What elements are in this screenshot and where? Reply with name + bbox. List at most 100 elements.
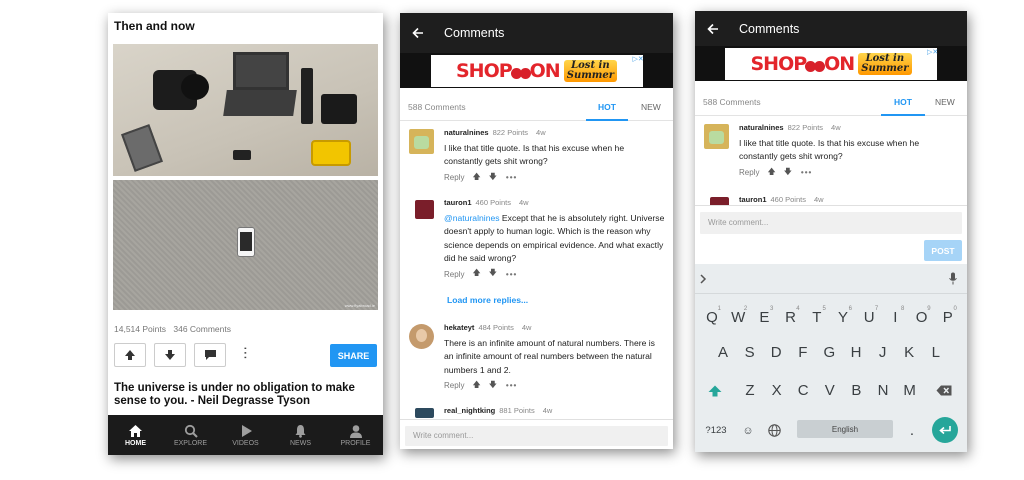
- shift-icon: [708, 385, 722, 397]
- comment-username[interactable]: naturalnines: [739, 123, 784, 132]
- comment-username[interactable]: naturalnines: [444, 128, 489, 137]
- avatar[interactable]: [704, 124, 729, 149]
- ad-choices-icon[interactable]: ▷✕: [633, 55, 644, 64]
- ad-banner[interactable]: SHOP ON Lost in Summer ▷✕: [400, 53, 673, 88]
- enter-key[interactable]: [932, 417, 958, 443]
- chevron-right-icon[interactable]: [699, 274, 707, 284]
- key-t[interactable]: T5: [806, 302, 828, 334]
- space-key[interactable]: English: [797, 420, 893, 438]
- load-more-replies[interactable]: Load more replies...: [447, 295, 528, 305]
- tab-new[interactable]: NEW: [641, 102, 661, 112]
- comment-input[interactable]: Write comment...: [405, 426, 668, 446]
- comment-username[interactable]: real_nightking: [444, 406, 495, 415]
- comment-icon: [204, 350, 216, 360]
- backspace-key[interactable]: [933, 375, 955, 408]
- avatar[interactable]: [415, 408, 434, 418]
- tab-new[interactable]: NEW: [935, 97, 955, 107]
- language-key[interactable]: [763, 415, 785, 449]
- key-s[interactable]: S: [739, 337, 761, 369]
- key-a[interactable]: A: [712, 337, 734, 369]
- key-m[interactable]: M: [899, 375, 921, 407]
- comment-button[interactable]: [194, 343, 226, 367]
- period-key[interactable]: .: [901, 415, 923, 447]
- reply-button[interactable]: Reply: [444, 381, 464, 390]
- key-n[interactable]: N: [872, 375, 894, 407]
- tab-hot[interactable]: HOT: [894, 97, 912, 107]
- shift-key[interactable]: [704, 375, 726, 409]
- arrow-down-icon[interactable]: 🡇: [784, 166, 792, 180]
- arrow-down-icon[interactable]: 🡇: [489, 267, 497, 281]
- key-h[interactable]: H: [845, 337, 867, 369]
- back-button[interactable]: [400, 27, 436, 39]
- post-comment-count[interactable]: 346 Comments: [173, 324, 231, 334]
- avatar[interactable]: [415, 200, 434, 219]
- emoji-key[interactable]: ☺: [737, 415, 759, 447]
- key-w[interactable]: W2: [727, 302, 749, 334]
- avatar[interactable]: [409, 324, 434, 349]
- arrow-up-icon[interactable]: 🡅: [472, 171, 480, 185]
- key-p[interactable]: P0: [937, 302, 959, 334]
- more-options-icon[interactable]: •••: [506, 381, 517, 390]
- arrow-up-icon[interactable]: 🡅: [472, 379, 480, 393]
- arrow-down-icon[interactable]: 🡇: [489, 171, 497, 185]
- upvote-button[interactable]: [114, 343, 146, 367]
- comment-body: real_nightking 881 Points 4w: [444, 406, 665, 417]
- microphone-icon[interactable]: [949, 272, 957, 285]
- key-b[interactable]: B: [845, 375, 867, 407]
- key-r[interactable]: R4: [780, 302, 802, 334]
- reply-button[interactable]: Reply: [444, 270, 464, 279]
- symbols-key[interactable]: ?123: [701, 415, 731, 447]
- key-v[interactable]: V: [819, 375, 841, 407]
- post-button[interactable]: POST: [924, 240, 962, 261]
- more-options-icon[interactable]: •••: [801, 168, 812, 177]
- reply-button[interactable]: Reply: [444, 173, 464, 182]
- next-post-title[interactable]: The universe is under no obligation to m…: [114, 382, 376, 408]
- arrow-up-icon[interactable]: 🡅: [472, 267, 480, 281]
- back-button[interactable]: [695, 23, 731, 35]
- share-button[interactable]: SHARE: [330, 344, 377, 367]
- key-y[interactable]: Y6: [832, 302, 854, 334]
- comment-meta: real_nightking 881 Points 4w: [444, 406, 665, 417]
- post-image-now[interactable]: www.flyabroad.ie: [113, 180, 378, 310]
- play-icon: [241, 424, 252, 437]
- ad-banner[interactable]: SHOP ON Lost in Summer ▷✕: [695, 46, 967, 81]
- ad-choices-icon[interactable]: ▷✕: [927, 48, 938, 57]
- key-u[interactable]: U7: [858, 302, 880, 334]
- write-comment-bar: Write comment... POST: [695, 205, 967, 264]
- key-f[interactable]: F: [792, 337, 814, 369]
- key-c[interactable]: C: [792, 375, 814, 407]
- more-options-icon[interactable]: ⋯: [238, 346, 254, 358]
- nav-videos[interactable]: VIDEOS: [218, 424, 273, 447]
- avatar[interactable]: [409, 129, 434, 154]
- arrow-down-icon[interactable]: 🡇: [489, 379, 497, 393]
- comment-username[interactable]: tauron1: [444, 198, 472, 207]
- nav-news[interactable]: NEWS: [273, 424, 328, 447]
- key-x[interactable]: X: [766, 375, 788, 407]
- key-e[interactable]: E3: [753, 302, 775, 334]
- nav-home[interactable]: HOME: [108, 424, 163, 447]
- reply-button[interactable]: Reply: [739, 168, 759, 177]
- key-k[interactable]: K: [898, 337, 920, 369]
- key-i[interactable]: I8: [884, 302, 906, 334]
- key-l[interactable]: L: [925, 337, 947, 369]
- comment-username[interactable]: tauron1: [739, 195, 767, 204]
- downvote-button[interactable]: [154, 343, 186, 367]
- more-options-icon[interactable]: •••: [506, 270, 517, 279]
- more-options-icon[interactable]: •••: [506, 173, 517, 182]
- nav-profile[interactable]: PROFILE: [328, 424, 383, 447]
- key-d[interactable]: D: [765, 337, 787, 369]
- post-image-then[interactable]: [113, 44, 378, 176]
- key-o[interactable]: O9: [911, 302, 933, 334]
- key-q[interactable]: Q1: [701, 302, 723, 334]
- nav-explore[interactable]: EXPLORE: [163, 424, 218, 447]
- key-z[interactable]: Z: [739, 375, 761, 407]
- arrow-up-icon[interactable]: 🡅: [767, 166, 775, 180]
- mention-link[interactable]: @naturalnines: [444, 213, 500, 223]
- key-alt-number: 4: [796, 306, 800, 312]
- avatar[interactable]: [710, 197, 729, 205]
- key-j[interactable]: J: [872, 337, 894, 369]
- key-g[interactable]: G: [818, 337, 840, 369]
- comment-input[interactable]: Write comment...: [700, 212, 962, 234]
- tab-hot[interactable]: HOT: [598, 102, 616, 112]
- comment-username[interactable]: hekateyt: [444, 323, 474, 332]
